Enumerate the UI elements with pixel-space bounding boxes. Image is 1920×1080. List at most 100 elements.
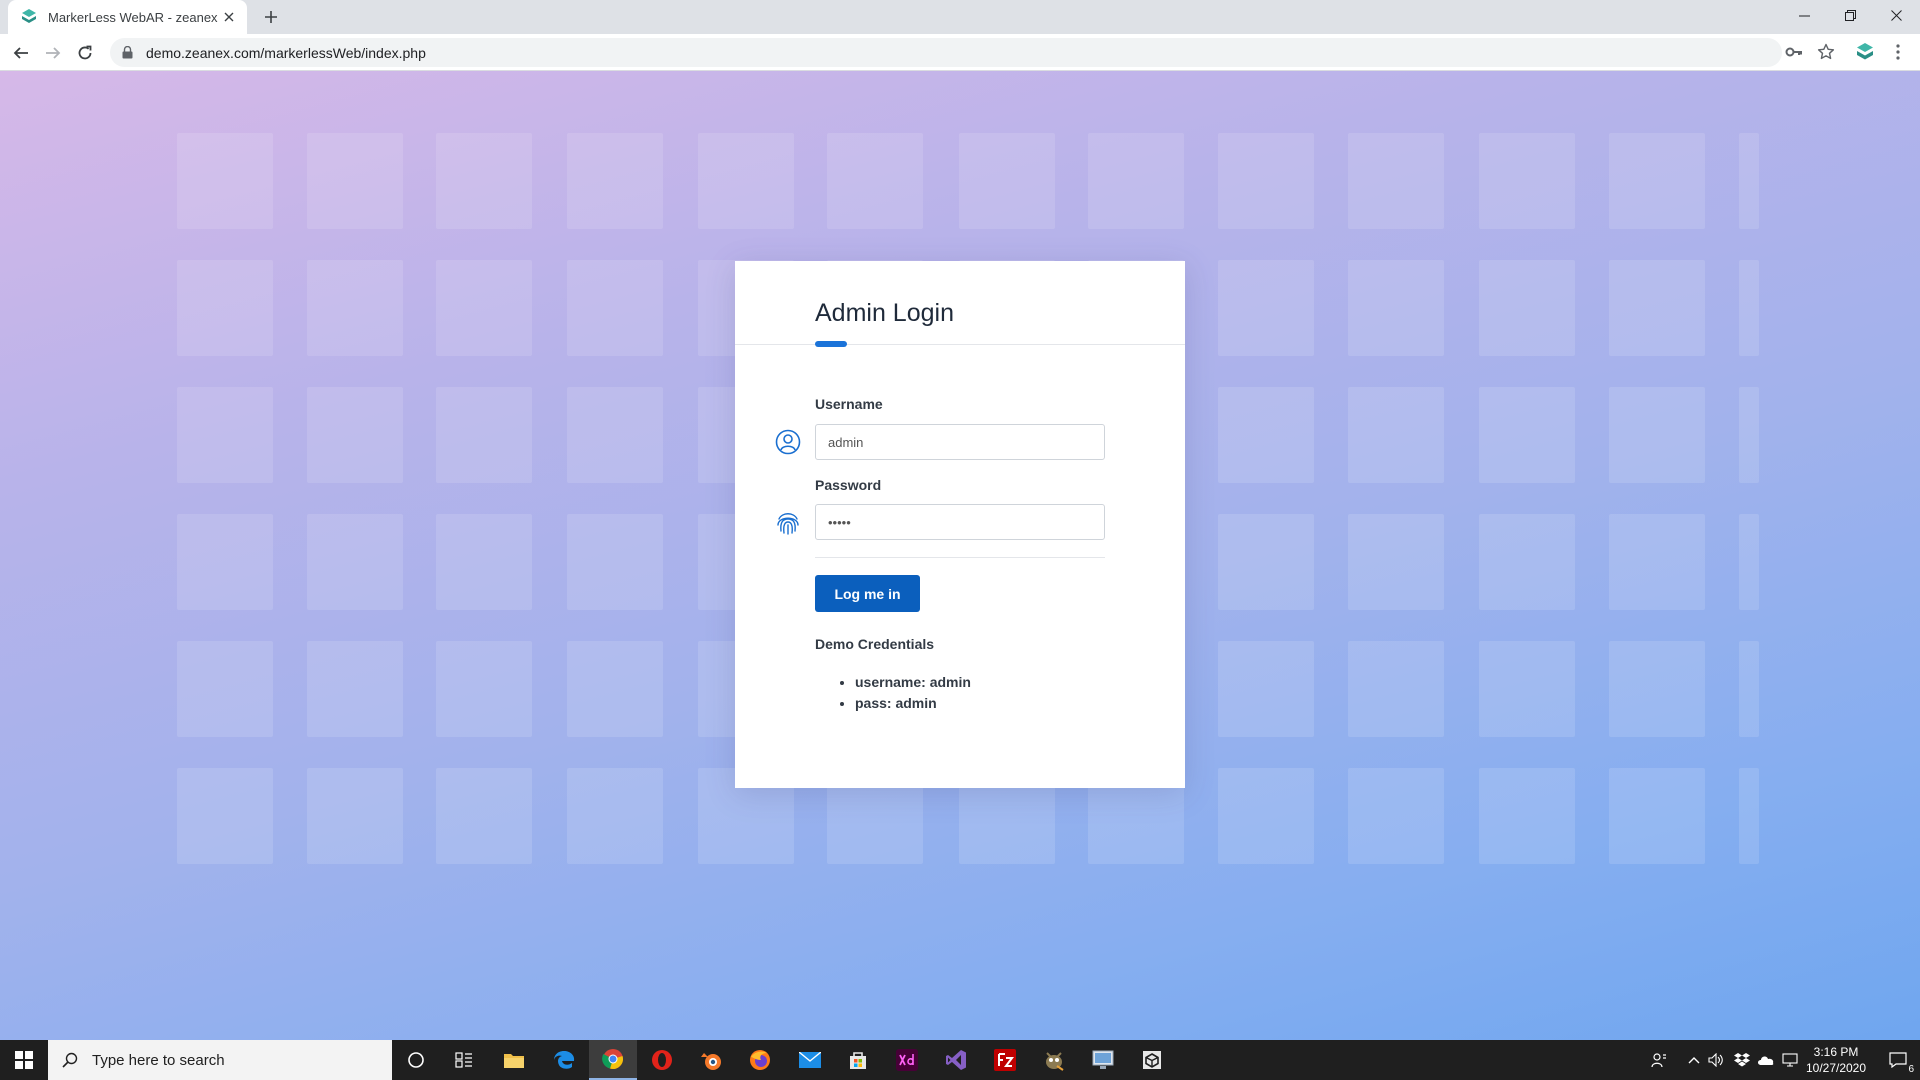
background-tile bbox=[1739, 641, 1759, 737]
chevron-up-icon[interactable] bbox=[1684, 1050, 1704, 1070]
new-tab-button[interactable] bbox=[259, 5, 283, 29]
network-icon[interactable] bbox=[1780, 1050, 1800, 1070]
close-tab-icon[interactable] bbox=[221, 9, 237, 25]
background-tile bbox=[1609, 768, 1705, 864]
background-tile bbox=[177, 768, 273, 864]
blender-icon[interactable] bbox=[687, 1040, 735, 1080]
cortana-icon[interactable] bbox=[392, 1040, 440, 1080]
background-tile bbox=[567, 260, 663, 356]
background-tile bbox=[959, 133, 1055, 229]
background-tile bbox=[1218, 133, 1314, 229]
background-tile bbox=[1218, 260, 1314, 356]
background-tile bbox=[307, 641, 403, 737]
task-view-icon[interactable] bbox=[440, 1040, 488, 1080]
chrome-menu-icon[interactable] bbox=[1887, 41, 1909, 63]
close-window-button[interactable] bbox=[1873, 0, 1919, 30]
title-accent-bar bbox=[815, 341, 847, 347]
unity-icon[interactable] bbox=[1128, 1040, 1176, 1080]
background-tile bbox=[307, 768, 403, 864]
visual-studio-icon[interactable] bbox=[932, 1040, 980, 1080]
page-viewport: Admin Login Username Password Log me bbox=[0, 71, 1920, 1040]
list-item: pass: admin bbox=[855, 693, 971, 714]
edge-browser-icon[interactable] bbox=[540, 1040, 588, 1080]
restore-button[interactable] bbox=[1827, 0, 1873, 30]
login-button[interactable]: Log me in bbox=[815, 575, 920, 612]
firefox-icon[interactable] bbox=[736, 1040, 784, 1080]
windows-taskbar: Type here to search 3:16 PM 10/27/2020 6 bbox=[0, 1040, 1920, 1080]
background-tile bbox=[1348, 387, 1444, 483]
background-tile bbox=[1088, 133, 1184, 229]
chrome-icon[interactable] bbox=[589, 1040, 637, 1080]
background-tile bbox=[177, 514, 273, 610]
background-tile bbox=[1348, 133, 1444, 229]
microsoft-store-icon[interactable] bbox=[834, 1040, 882, 1080]
taskbar-search-box[interactable]: Type here to search bbox=[48, 1040, 392, 1080]
file-explorer-icon[interactable] bbox=[490, 1040, 538, 1080]
url-text: demo.zeanex.com/markerlessWeb/index.php bbox=[146, 44, 426, 61]
bookmark-star-icon[interactable] bbox=[1815, 41, 1837, 63]
background-tile bbox=[1218, 768, 1314, 864]
background-tile bbox=[1479, 514, 1575, 610]
background-tile bbox=[436, 260, 532, 356]
page-title: Admin Login bbox=[815, 299, 954, 327]
background-tile bbox=[567, 641, 663, 737]
background-tile bbox=[1348, 641, 1444, 737]
list-item: username: admin bbox=[855, 672, 971, 693]
demo-credentials-title: Demo Credentials bbox=[815, 636, 935, 652]
opera-icon[interactable] bbox=[638, 1040, 686, 1080]
minimize-button[interactable] bbox=[1781, 0, 1827, 30]
mail-icon[interactable] bbox=[786, 1040, 834, 1080]
notification-count: 6 bbox=[1908, 1064, 1914, 1075]
address-bar[interactable]: demo.zeanex.com/markerlessWeb/index.php bbox=[110, 38, 1782, 67]
search-icon bbox=[62, 1052, 78, 1068]
background-tile bbox=[436, 133, 532, 229]
background-tile bbox=[307, 514, 403, 610]
background-tile bbox=[177, 641, 273, 737]
background-tile bbox=[1609, 133, 1705, 229]
background-tile bbox=[827, 133, 923, 229]
filezilla-icon[interactable] bbox=[981, 1040, 1029, 1080]
background-tile bbox=[1609, 514, 1705, 610]
form-divider bbox=[815, 557, 1105, 558]
clock-time: 3:16 PM bbox=[1813, 1045, 1859, 1059]
login-card-header: Admin Login bbox=[735, 261, 1185, 347]
background-tile bbox=[177, 260, 273, 356]
username-input[interactable] bbox=[815, 424, 1105, 460]
background-tile bbox=[1348, 260, 1444, 356]
people-icon[interactable] bbox=[1649, 1050, 1669, 1070]
gimp-icon[interactable] bbox=[1030, 1040, 1078, 1080]
background-tile bbox=[177, 387, 273, 483]
background-tile bbox=[1348, 514, 1444, 610]
notification-icon bbox=[1889, 1052, 1907, 1068]
background-tile bbox=[1218, 387, 1314, 483]
fingerprint-icon bbox=[775, 510, 801, 536]
dropbox-icon[interactable] bbox=[1732, 1050, 1752, 1070]
background-tile bbox=[1739, 514, 1759, 610]
extension-icon[interactable] bbox=[1854, 41, 1876, 63]
lock-icon[interactable] bbox=[122, 46, 136, 60]
zeanex-logo-icon bbox=[22, 9, 36, 23]
background-tile bbox=[1609, 641, 1705, 737]
action-center-button[interactable]: 6 bbox=[1876, 1040, 1920, 1080]
background-tile bbox=[1739, 133, 1759, 229]
reload-button[interactable] bbox=[72, 40, 98, 66]
browser-tab[interactable]: MarkerLess WebAR - zeanex bbox=[8, 0, 247, 34]
start-button[interactable] bbox=[0, 1040, 48, 1080]
password-input[interactable] bbox=[815, 504, 1105, 540]
forward-button[interactable] bbox=[40, 40, 66, 66]
volume-icon[interactable] bbox=[1706, 1050, 1726, 1070]
remote-desktop-icon[interactable] bbox=[1079, 1040, 1127, 1080]
background-tile bbox=[1739, 387, 1759, 483]
background-tile bbox=[1739, 768, 1759, 864]
user-icon bbox=[775, 429, 801, 455]
browser-tab-strip: MarkerLess WebAR - zeanex bbox=[0, 0, 1920, 34]
background-tile bbox=[436, 641, 532, 737]
adobe-xd-icon[interactable] bbox=[883, 1040, 931, 1080]
username-label: Username bbox=[815, 396, 883, 412]
key-icon[interactable] bbox=[1783, 41, 1805, 63]
taskbar-clock[interactable]: 3:16 PM 10/27/2020 bbox=[1798, 1044, 1874, 1076]
back-button[interactable] bbox=[8, 40, 34, 66]
onedrive-cloud-icon[interactable] bbox=[1756, 1050, 1776, 1070]
background-tile bbox=[698, 133, 794, 229]
background-tile bbox=[307, 387, 403, 483]
